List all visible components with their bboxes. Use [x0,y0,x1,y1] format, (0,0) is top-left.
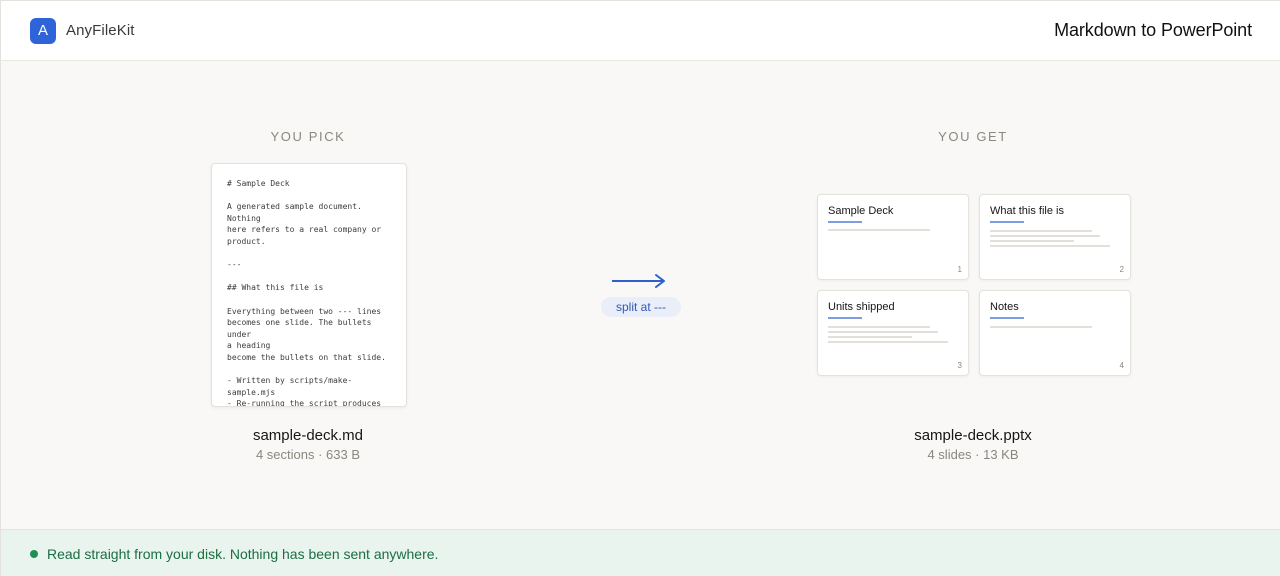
markdown-preview-card[interactable]: # Sample Deck A generated sample document… [211,163,407,407]
markdown-line [227,271,392,283]
slide-text-line [990,230,1092,232]
slide-number: 4 [1119,361,1124,370]
slide-thumbnail-4[interactable]: Notes 4 [979,290,1131,376]
slide-text-line [990,240,1074,242]
slide-title-rule [990,317,1024,319]
markdown-line [227,248,392,260]
header: A AnyFileKit Markdown to PowerPoint [1,1,1280,61]
markdown-line: # Sample Deck [227,179,290,188]
slide-text-line [990,235,1100,237]
status-text: Read straight from your disk. Nothing ha… [47,546,439,562]
slide-number: 3 [957,361,962,370]
slide-title-rule [828,317,862,319]
privacy-status-bar: Read straight from your disk. Nothing ha… [1,529,1280,576]
slide-thumbnail-2[interactable]: What this file is 2 [979,194,1131,280]
slide-number: 2 [1119,265,1124,274]
slide-title-rule [828,221,862,223]
split-rule-label: split at --- [615,300,666,314]
arrow-right-icon [612,274,665,288]
slide-number: 1 [957,265,962,274]
slide-title: Sample Deck [828,205,894,217]
source-file-meta: 4 sections · 633 B [255,447,361,462]
slide-title: Units shipped [828,301,895,313]
status-dot-icon [30,550,38,558]
slide-title-rule [990,221,1024,223]
app-logo[interactable]: A [30,18,56,44]
slide-text-line [828,336,912,338]
output-file-meta: 4 slides · 13 KB [927,447,1019,462]
markdown-line: --- [227,260,242,270]
slide-text-line [990,245,1110,247]
markdown-preview-text: # Sample Deck A generated sample document… [227,178,392,407]
slide-title: Notes [990,301,1019,313]
page-title: Markdown to PowerPoint [1054,20,1252,40]
markdown-line: product. [227,236,266,246]
slide-title: What this file is [990,205,1064,217]
slide-text-line [828,341,948,343]
app-name[interactable]: AnyFileKit [66,22,135,39]
markdown-line: A generated sample document. Nothing [227,202,367,223]
markdown-line: - Written by scripts/make-sample.mjs [227,376,353,397]
split-rule-badge: split at --- [601,297,681,317]
main-panel: YOU PICK # Sample Deck A generated sample… [1,61,1280,529]
markdown-line: Everything between two --- lines [227,306,382,316]
source-column-label: YOU PICK [270,129,346,144]
markdown-line: become the bullets on that slide. [227,352,386,362]
slide-thumbnail-3[interactable]: Units shipped 3 [817,290,969,376]
output-file-name: sample-deck.pptx [914,427,1032,444]
slide-text-line [828,326,930,328]
markdown-line: becomes one slide. The bullets under [227,318,377,339]
markdown-line: - Re-running the script produces the [227,399,382,407]
markdown-line [227,190,392,202]
slide-text-line [828,331,938,333]
markdown-line [227,294,392,306]
slide-text-line [990,326,1092,328]
output-column-label: YOU GET [938,129,1008,144]
app-frame: A AnyFileKit Markdown to PowerPoint YOU … [0,0,1280,576]
source-file-name: sample-deck.md [252,427,364,444]
markdown-line: ## What this file is [227,283,324,293]
slide-thumbnail-1[interactable]: Sample Deck 1 [817,194,969,280]
markdown-line: a heading [227,341,271,351]
markdown-line [227,364,392,376]
markdown-line: here refers to a real company or [227,225,382,235]
slide-text-line [828,229,930,231]
